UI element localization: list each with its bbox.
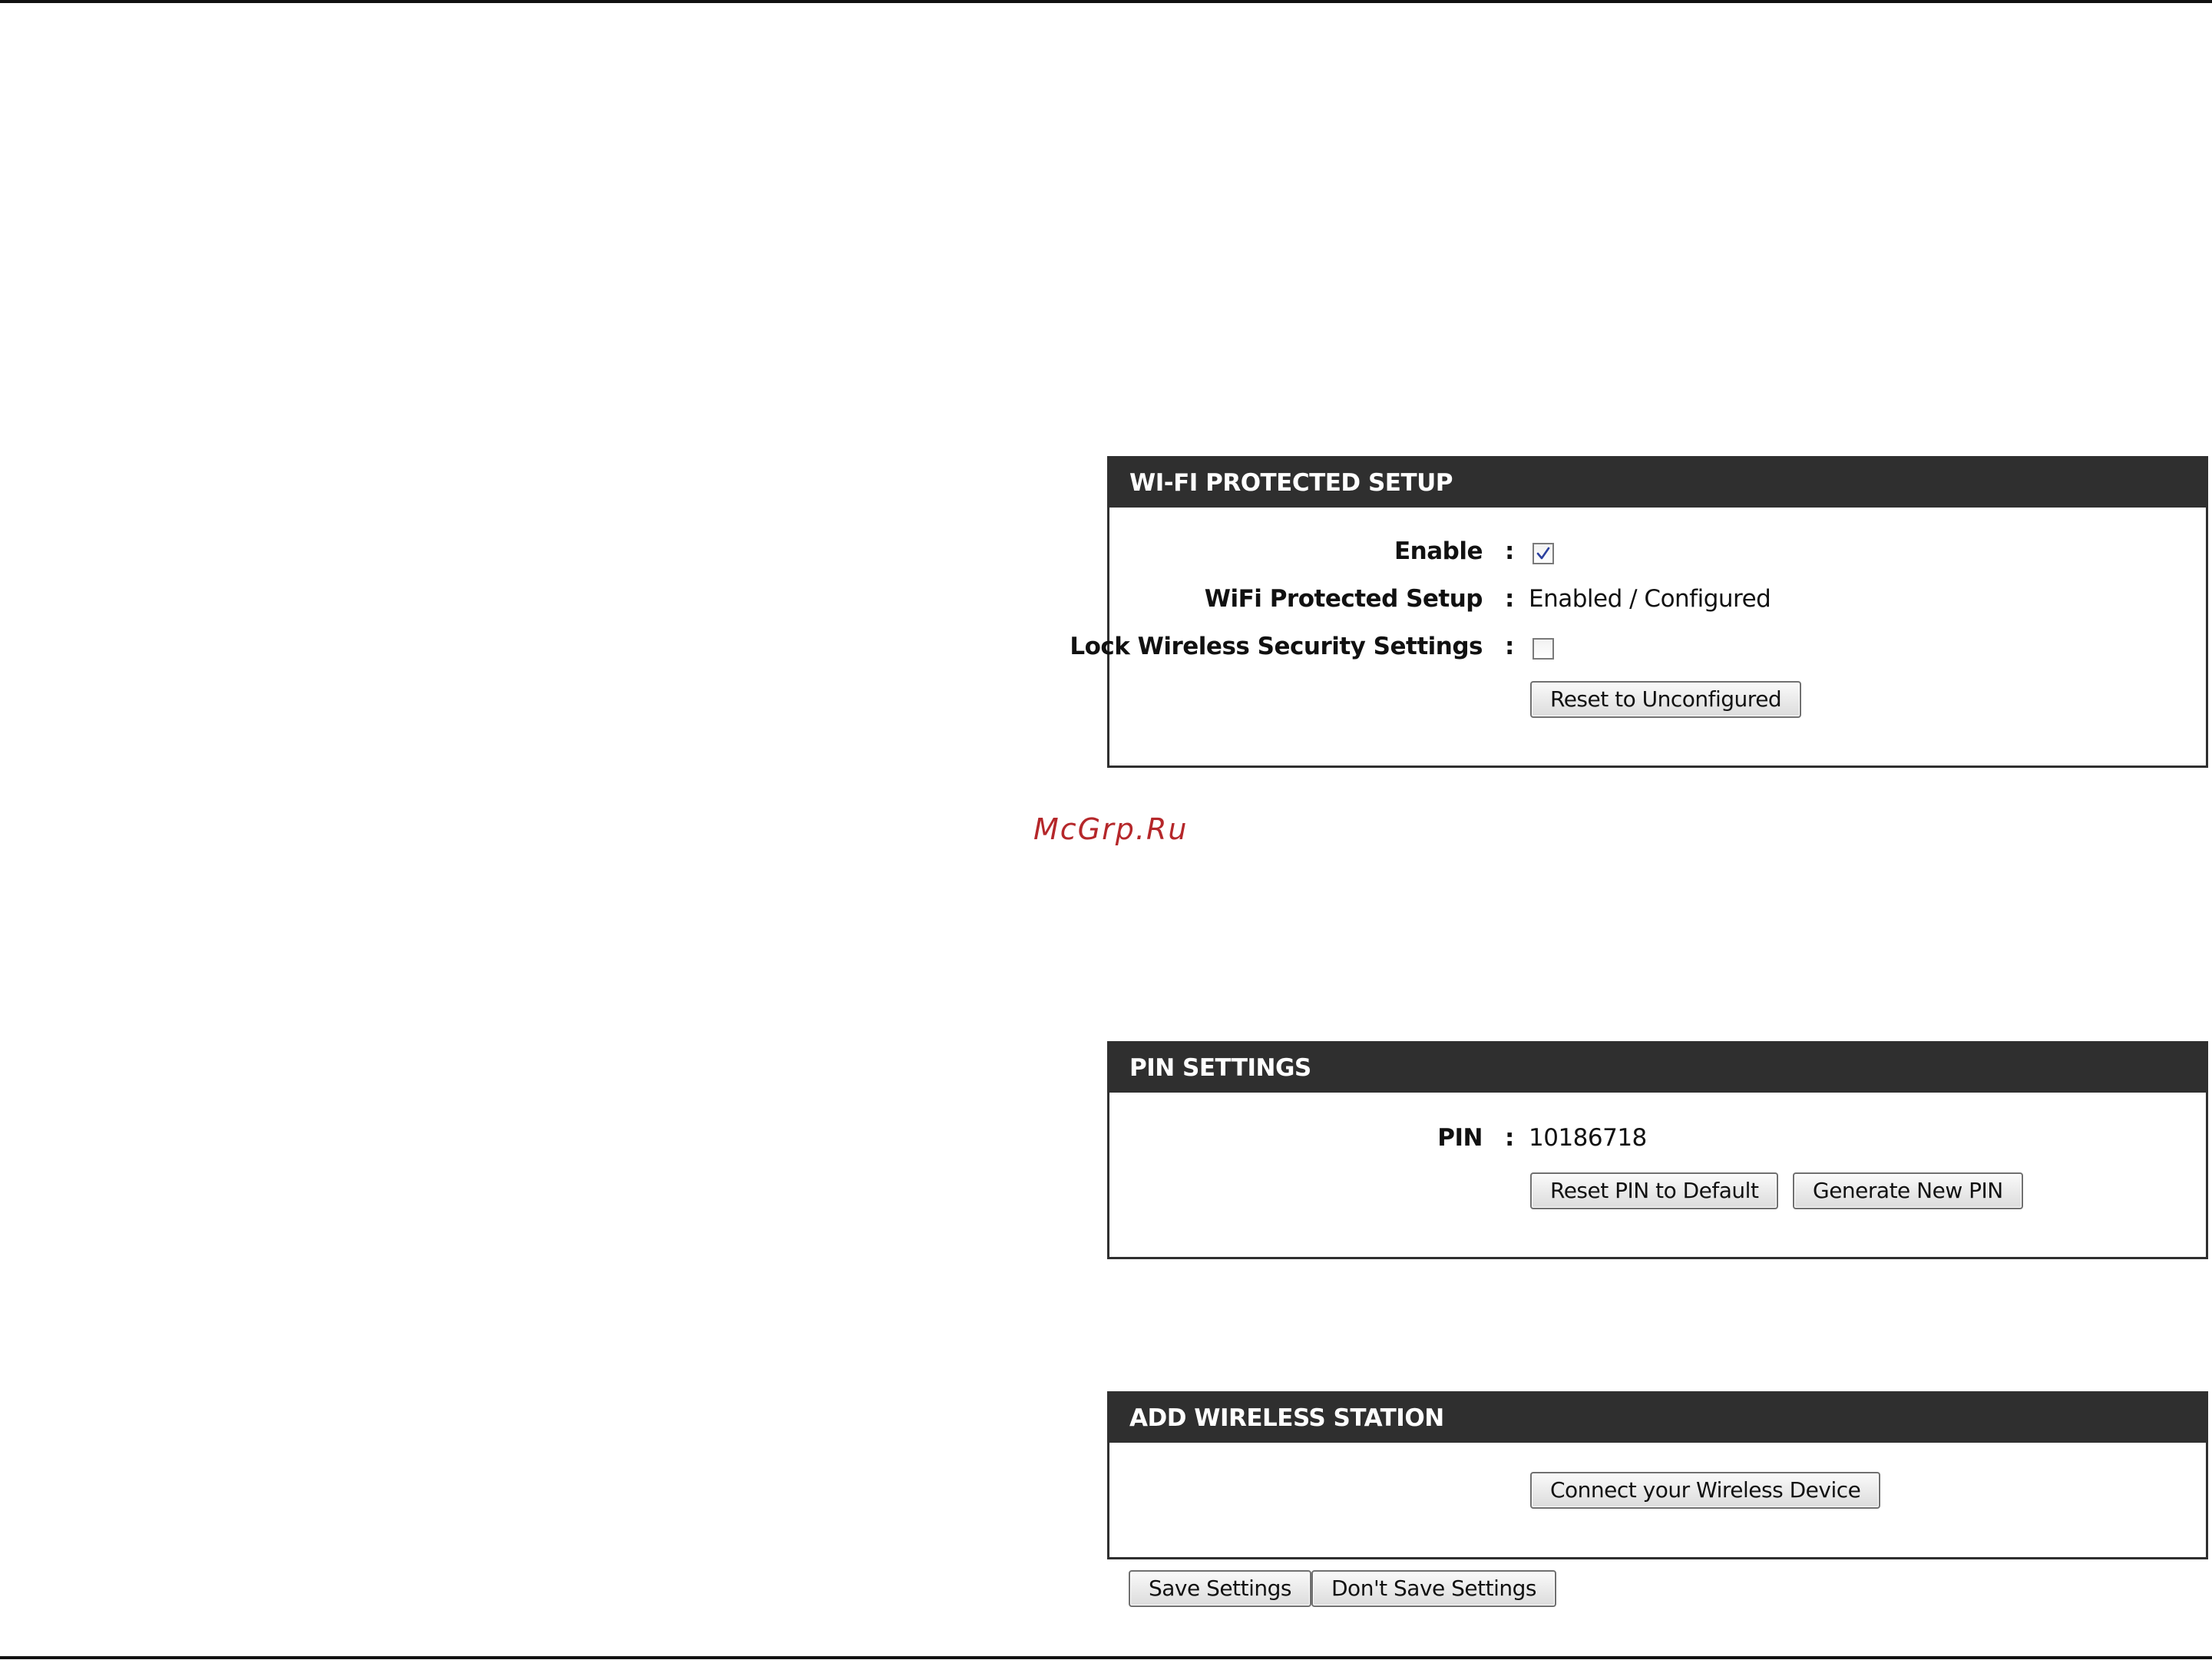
reset-to-unconfigured-button[interactable]: Reset to Unconfigured [1530,681,1802,718]
wps-status-row: WiFi Protected Setup : Enabled / Configu… [1109,581,2206,617]
enable-row: Enable : [1109,534,2206,569]
wps-panel: WI-FI PROTECTED SETUP Enable : WiFi Prot… [1070,456,2208,768]
checkmark-icon [1536,547,1550,560]
enable-colon: : [1505,537,1515,565]
dont-save-settings-button[interactable]: Don't Save Settings [1311,1570,1556,1607]
station-panel: ADD WIRELESS STATION Connect your Wirele… [1107,1391,2208,1559]
bottom-rule [0,1656,2212,1659]
pin-panel: PIN SETTINGS PIN : 10186718 Reset PIN to… [1107,1041,2208,1259]
lock-checkbox[interactable] [1533,638,1554,660]
lock-row: Lock Wireless Security Settings : [1070,629,2206,664]
top-rule [0,0,2212,3]
connect-device-button[interactable]: Connect your Wireless Device [1530,1472,1881,1509]
pin-panel-title: PIN SETTINGS [1109,1043,2206,1093]
pin-colon: : [1505,1124,1515,1152]
wps-status-label: WiFi Protected Setup [1204,585,1483,613]
lock-label: Lock Wireless Security Settings [1070,633,1483,660]
enable-label: Enable [1394,537,1483,565]
lock-colon: : [1505,633,1515,660]
pin-row: PIN : 10186718 [1109,1120,2206,1156]
enable-checkbox[interactable] [1533,543,1554,564]
wps-panel-title: WI-FI PROTECTED SETUP [1109,458,2206,508]
wps-status-value: Enabled / Configured [1529,585,1771,613]
reset-pin-button[interactable]: Reset PIN to Default [1530,1172,1779,1209]
pin-value: 10186718 [1529,1124,1647,1152]
generate-pin-button[interactable]: Generate New PIN [1793,1172,2023,1209]
station-panel-title: ADD WIRELESS STATION [1109,1394,2206,1443]
save-settings-button[interactable]: Save Settings [1129,1570,1311,1607]
watermark: McGrp.Ru [1033,812,1189,846]
wps-status-colon: : [1505,585,1515,613]
pin-label: PIN [1437,1124,1483,1152]
